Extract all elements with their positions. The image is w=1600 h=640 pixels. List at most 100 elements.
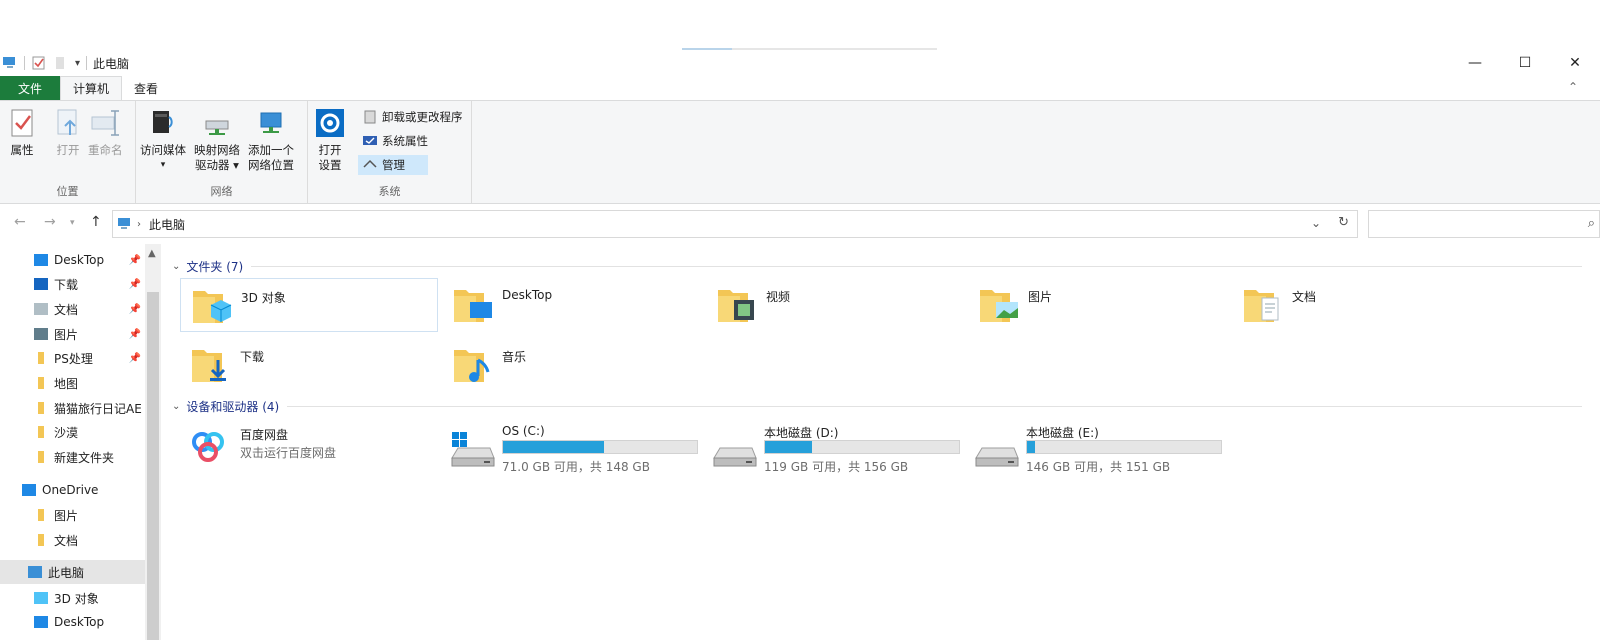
hard-drive-icon (713, 447, 757, 467)
sidebar-item[interactable]: 文档 📌 (0, 297, 145, 321)
qa-dropdown-icon[interactable]: ▾ (75, 58, 80, 69)
folder-name: 视频 (766, 290, 791, 304)
folder-name: 音乐 (502, 350, 527, 364)
location-group: 属性 打开 重命名 位置 (0, 101, 136, 203)
quick-access-toolbar: ▾ 此电脑 (0, 53, 129, 73)
sidebar-item[interactable]: 沙漠 (0, 420, 145, 444)
sidebar-item[interactable]: OneDrive (0, 478, 145, 502)
system-properties-button[interactable]: 系统属性 (358, 131, 432, 151)
folder-tile[interactable]: 3D 对象 (180, 278, 438, 332)
folder-tile[interactable]: 音乐 (442, 338, 700, 392)
minimize-button[interactable]: — (1450, 50, 1500, 76)
open-button[interactable]: 打开 (52, 107, 84, 158)
map-network-drive-button[interactable]: 映射网络 驱动器 ▾ (194, 107, 240, 173)
manage-button[interactable]: 管理 (358, 155, 428, 175)
sidebar-item-label: 下载 (54, 277, 79, 292)
drive-usage-fill (765, 441, 812, 453)
system-group-label: 系统 (378, 185, 401, 198)
new-folder-icon[interactable] (53, 55, 69, 71)
nav-scrollbar[interactable]: ▲ (145, 244, 161, 640)
sidebar-item[interactable]: 3D 对象 (0, 586, 145, 610)
tab-computer[interactable]: 计算机 (60, 76, 123, 100)
recent-locations-icon[interactable]: ▾ (70, 218, 75, 228)
baidu-netdisk-item[interactable]: 百度网盘 双击运行百度网盘 (184, 422, 444, 472)
sidebar-item[interactable]: 图片 (0, 503, 145, 527)
sidebar-item[interactable]: 新建文件夹 (0, 445, 145, 469)
windows-drive-icon (451, 432, 495, 467)
maximize-button[interactable]: ☐ (1500, 50, 1550, 76)
network-group-label: 网络 (210, 185, 233, 198)
system-properties-icon (363, 136, 377, 145)
sidebar-item[interactable]: 猫猫旅行日记AE (0, 396, 145, 420)
folder-tile[interactable]: DeskTop (442, 278, 700, 332)
drive-item[interactable]: OS (C:) 71.0 GB 可用，共 148 GB (450, 424, 710, 474)
doc-icon (34, 303, 48, 315)
network-location-icon (260, 112, 282, 133)
folders-section-header[interactable]: ⌄ 文件夹 (7) (172, 256, 1582, 276)
access-media-button[interactable]: 访问媒体 ▾ (140, 107, 186, 173)
add-network-location-button[interactable]: 添加一个 网络位置 (248, 107, 294, 173)
media-server-icon (153, 111, 173, 133)
folder-icon (38, 426, 44, 438)
breadcrumb-this-pc[interactable]: 此电脑 (149, 216, 185, 233)
folder-tile[interactable]: 文档 (1232, 278, 1490, 332)
desktop-icon (34, 616, 48, 628)
open-settings-button[interactable]: 打开 设置 (314, 107, 346, 173)
refresh-icon[interactable]: ↻ (1338, 215, 1349, 230)
baidu-netdisk-icon (186, 424, 230, 468)
search-input[interactable]: ⌕ (1368, 210, 1600, 238)
sidebar-item[interactable]: 图片 📌 (0, 322, 145, 346)
rename-button[interactable]: 重命名 (88, 107, 123, 158)
uninstall-program-button[interactable]: 卸载或更改程序 (358, 107, 467, 127)
collapse-ribbon-icon[interactable]: ⌃ (1568, 80, 1578, 94)
hard-drive-icon (975, 447, 1019, 467)
drive-name: 本地磁盘 (E:) (1026, 426, 1099, 440)
sidebar-item[interactable]: DeskTop (0, 610, 145, 634)
back-button[interactable]: ← (14, 214, 26, 230)
folder-tile[interactable]: 视频 (706, 278, 964, 332)
sidebar-item[interactable]: PS处理 📌 (0, 346, 145, 370)
forward-button[interactable]: → (44, 214, 56, 230)
properties-check-icon[interactable] (31, 55, 47, 71)
sidebar-item-label: 3D 对象 (54, 591, 99, 606)
scroll-up-icon[interactable]: ▲ (148, 248, 156, 259)
sidebar-item[interactable]: 文档 (0, 528, 145, 552)
uninstall-icon (364, 110, 376, 124)
folder-name: 3D 对象 (241, 291, 286, 305)
desktop-icon (34, 254, 48, 266)
drive-item[interactable]: 本地磁盘 (D:) 119 GB 可用，共 156 GB (712, 424, 972, 474)
folder-icon (38, 534, 44, 546)
folder-tile[interactable]: 下载 (180, 338, 438, 392)
folder-download-icon (192, 350, 226, 382)
folder-tile[interactable]: 图片 (968, 278, 1226, 332)
computer-icon[interactable] (2, 55, 18, 71)
address-dropdown-icon[interactable]: ⌄ (1311, 216, 1321, 230)
sidebar-item[interactable]: 此电脑 (0, 560, 145, 584)
drive-usage-bar (1026, 440, 1222, 454)
sidebar-item-label: 图片 (54, 327, 79, 342)
tab-file[interactable]: 文件 (0, 76, 60, 100)
tab-view[interactable]: 查看 (122, 76, 170, 100)
folder-pic-icon (980, 290, 1018, 322)
scroll-thumb[interactable] (147, 292, 159, 640)
sidebar-item[interactable]: 地图 (0, 371, 145, 395)
sidebar-item-label: 此电脑 (48, 565, 85, 580)
drive-name: OS (C:) (502, 424, 545, 438)
location-group-label: 位置 (56, 185, 79, 198)
sidebar-item[interactable]: DeskTop 📌 (0, 248, 145, 272)
devices-section-header[interactable]: ⌄ 设备和驱动器 (4) (172, 396, 1582, 416)
folder-cube-icon (193, 291, 232, 323)
folder-name: 图片 (1028, 290, 1053, 304)
folder-icon (38, 402, 44, 414)
up-button[interactable]: ↑ (90, 214, 102, 230)
title-progress (682, 48, 937, 50)
drive-usage-fill (503, 441, 604, 453)
rename-icon (91, 110, 120, 136)
sidebar-item[interactable]: 下载 📌 (0, 272, 145, 296)
address-bar[interactable]: › 此电脑 ⌄ ↻ (112, 210, 1358, 238)
properties-button[interactable]: 属性 (6, 107, 38, 158)
pin-icon: 📌 (128, 328, 141, 340)
sidebar-item-label: 沙漠 (54, 425, 79, 440)
close-button[interactable]: ✕ (1550, 50, 1600, 76)
drive-item[interactable]: 本地磁盘 (E:) 146 GB 可用，共 151 GB (974, 424, 1234, 474)
